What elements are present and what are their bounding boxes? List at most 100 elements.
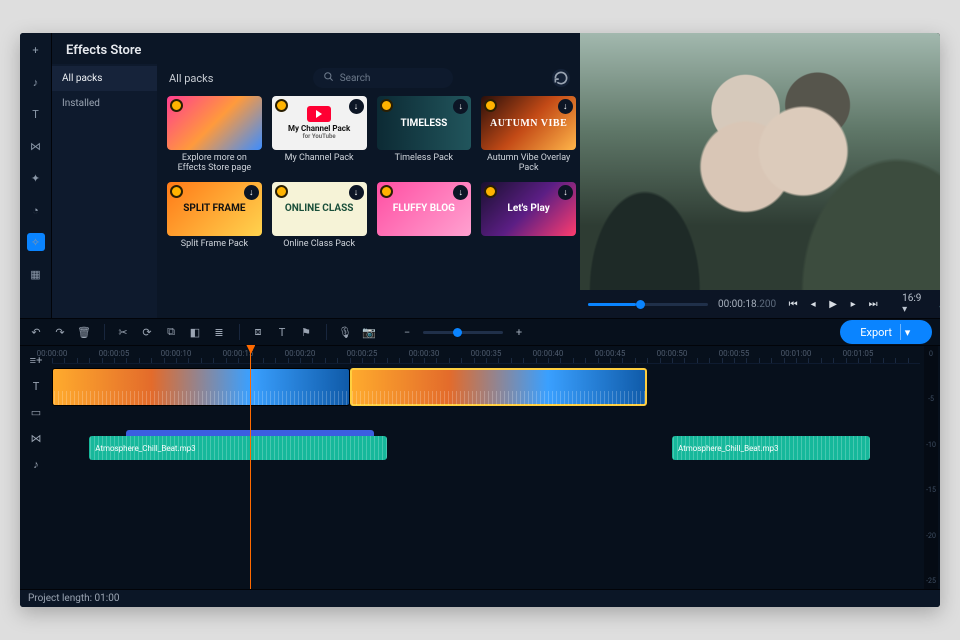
split-button[interactable]: ✂ xyxy=(115,324,131,340)
grid-title: All packs xyxy=(169,72,213,85)
volume-button[interactable]: 🔈 xyxy=(939,297,940,311)
link-track-icon: ⋈ xyxy=(28,430,44,446)
next-clip-button[interactable]: ⏭ xyxy=(866,297,880,311)
timeline-area[interactable]: 00:00:0000:00:0500:00:1000:00:1500:00:20… xyxy=(52,346,940,589)
pack-thumb: ONLINE CLASS↓ xyxy=(272,182,367,236)
zoom-slider[interactable] xyxy=(423,331,503,334)
pack-title: Online Class Pack xyxy=(272,239,367,259)
ruler-label: 00:00:15 xyxy=(223,349,254,358)
ruler-label: 00:01:00 xyxy=(781,349,812,358)
overlay-track[interactable] xyxy=(52,410,920,432)
category-item[interactable]: All packs xyxy=(52,66,157,91)
add-icon[interactable]: + xyxy=(27,41,45,59)
video-track-icon: ▭ xyxy=(28,404,44,420)
text-icon[interactable]: T xyxy=(27,105,45,123)
download-icon[interactable]: ↓ xyxy=(349,185,364,200)
play-button[interactable]: ▶ xyxy=(826,297,840,311)
pack-card[interactable]: Explore more on Effects Store page xyxy=(167,96,262,174)
pack-card[interactable]: ONLINE CLASS↓ Online Class Pack xyxy=(272,182,367,259)
panel-title: Effects Store xyxy=(52,33,580,64)
pack-card[interactable]: Let's Play↓ xyxy=(481,182,576,259)
pack-thumb: My Channel Packfor YouTube↓ xyxy=(272,96,367,150)
ruler-label: 00:00:25 xyxy=(347,349,378,358)
music-icon[interactable]: ♪ xyxy=(27,73,45,91)
effects-store-icon[interactable]: ✧ xyxy=(27,233,45,251)
preview-time: 00:00:18.200 xyxy=(718,299,776,310)
shapes-icon[interactable]: ✦ xyxy=(27,169,45,187)
audio-track-2[interactable] xyxy=(52,464,920,488)
ruler-label: 00:00:50 xyxy=(657,349,688,358)
audio-clip[interactable]: Atmosphere_Chill_Beat.mp3 xyxy=(89,436,387,460)
redo-button[interactable]: ↷ xyxy=(52,324,68,340)
premium-badge-icon xyxy=(170,185,183,198)
pack-title xyxy=(377,239,472,259)
video-clip[interactable] xyxy=(52,368,350,406)
seek-bar[interactable] xyxy=(588,303,708,306)
audio-track[interactable]: Atmosphere_Chill_Beat.mp3 Atmosphere_Chil… xyxy=(52,436,920,460)
refresh-button[interactable] xyxy=(552,69,570,87)
link-icon[interactable]: ⋈ xyxy=(27,137,45,155)
download-icon[interactable]: ↓ xyxy=(244,185,259,200)
ruler-label: 00:00:35 xyxy=(471,349,502,358)
export-dropdown[interactable]: ▾ xyxy=(900,324,914,340)
record-video-button[interactable]: 📷 xyxy=(361,324,377,340)
export-button[interactable]: Export ▾ xyxy=(840,320,932,344)
ruler-label: 00:00:40 xyxy=(533,349,564,358)
category-item[interactable]: Installed xyxy=(52,91,157,116)
pack-thumb: FLUFFY BLOG↓ xyxy=(377,182,472,236)
next-frame-button[interactable]: ▸ xyxy=(846,297,860,311)
pack-card[interactable]: SPLIT FRAME↓Split Frame Pack xyxy=(167,182,262,259)
pack-card[interactable]: FLUFFY BLOG↓ xyxy=(377,182,472,259)
preview-viewport[interactable] xyxy=(580,33,940,290)
rotate-button[interactable]: ⟳ xyxy=(139,324,155,340)
upper-pane: +♪T⋈✦◔✧▦ Effects Store All packsInstalle… xyxy=(20,33,940,318)
meter-db-label: -5 xyxy=(928,395,934,403)
premium-badge-icon xyxy=(380,99,393,112)
video-track[interactable] xyxy=(52,368,920,406)
prev-clip-button[interactable]: ⏮ xyxy=(786,297,800,311)
download-icon[interactable]: ↓ xyxy=(558,99,573,114)
ruler-label: 00:00:10 xyxy=(161,349,192,358)
crop-button[interactable]: ⧉ xyxy=(163,324,179,340)
undo-button[interactable]: ↶ xyxy=(28,324,44,340)
pack-title: Timeless Pack xyxy=(377,153,472,173)
search-input[interactable]: Search xyxy=(313,68,453,88)
download-icon[interactable]: ↓ xyxy=(349,99,364,114)
zoom-out-button[interactable]: − xyxy=(399,324,415,340)
more-panels-icon[interactable]: ▦ xyxy=(27,265,45,283)
pack-title: My Channel Pack xyxy=(272,153,367,173)
audio-clip[interactable]: Atmosphere_Chill_Beat.mp3 xyxy=(672,436,870,460)
audio-track-icon: ♪ xyxy=(28,456,44,472)
search-placeholder: Search xyxy=(340,73,371,84)
time-ruler[interactable]: 00:00:0000:00:0500:00:1000:00:1500:00:20… xyxy=(52,346,920,364)
video-clip[interactable] xyxy=(350,368,648,406)
aspect-ratio-menu[interactable]: 16:9 ▾ xyxy=(902,293,921,315)
color-adjust-button[interactable]: ◧ xyxy=(187,324,203,340)
transport-controls: ⏮ ◂ ▶ ▸ ⏭ xyxy=(786,297,880,311)
sticker-icon[interactable]: ◔ xyxy=(27,201,45,219)
ruler-label: 00:00:05 xyxy=(99,349,130,358)
timeline-zoom: − + xyxy=(399,324,527,340)
delete-button[interactable]: 🗑 xyxy=(76,324,92,340)
ruler-label: 00:00:20 xyxy=(285,349,316,358)
transition-button[interactable]: ⧈ xyxy=(250,324,266,340)
download-icon[interactable]: ↓ xyxy=(453,99,468,114)
marker-button[interactable]: ⚑ xyxy=(298,324,314,340)
download-icon[interactable]: ↓ xyxy=(453,185,468,200)
premium-badge-icon xyxy=(484,99,497,112)
clip-properties-button[interactable]: ≣ xyxy=(211,324,227,340)
timeline-panel: ≡+ T ▭ ⋈ ♪ 00:00:0000:00:0500:00:1000:00… xyxy=(20,346,940,589)
effects-store-panel: Effects Store All packsInstalled All pac… xyxy=(52,33,580,318)
pack-thumb: TIMELESS↓ xyxy=(377,96,472,150)
download-icon[interactable]: ↓ xyxy=(558,185,573,200)
playhead[interactable] xyxy=(250,346,251,589)
pack-card[interactable]: AUTUMN VIBE↓Autumn Vibe Overlay Pack xyxy=(481,96,576,174)
pack-thumb xyxy=(167,96,262,150)
zoom-in-button[interactable]: + xyxy=(511,324,527,340)
record-audio-button[interactable]: 🎙 xyxy=(337,324,353,340)
prev-frame-button[interactable]: ◂ xyxy=(806,297,820,311)
pack-card[interactable]: My Channel Packfor YouTube↓ My Channel Pa… xyxy=(272,96,367,174)
grid-header: All packs Search xyxy=(167,64,576,96)
titles-button[interactable]: T xyxy=(274,324,290,340)
pack-card[interactable]: TIMELESS↓ Timeless Pack xyxy=(377,96,472,174)
